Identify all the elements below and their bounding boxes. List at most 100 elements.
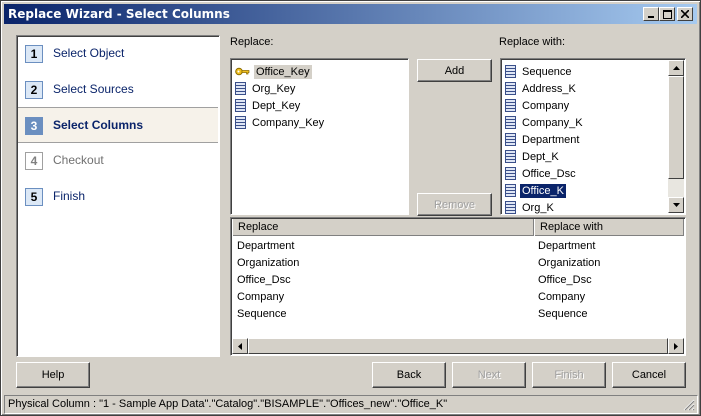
resize-grip-icon[interactable]: [683, 399, 695, 411]
replace-with-item-label: Sequence: [522, 65, 572, 78]
grid-rows: Department Department Organization Organiza…: [232, 237, 684, 337]
step-label: Select Object: [53, 46, 125, 60]
step-number: 2: [25, 81, 43, 99]
replace-with-list[interactable]: Org_K Office_K Office_Dsc Dept_K Department C…: [500, 58, 686, 215]
table-row[interactable]: Company Company: [232, 288, 684, 305]
column-icon: [505, 133, 516, 146]
column-icon: [505, 167, 516, 180]
replace-with-cell: Office_Dsc: [538, 273, 592, 286]
replace-with-item[interactable]: Department: [505, 131, 581, 148]
replace-item-label: Company_Key: [252, 116, 325, 129]
replace-with-scrollbar[interactable]: [668, 60, 684, 213]
key-icon: [235, 67, 250, 76]
replace-label: Replace:: [230, 36, 274, 48]
minimize-button[interactable]: [643, 7, 659, 21]
replace-wizard-window: Replace Wizard - Select Columns 1 Select …: [0, 0, 701, 416]
replace-with-cell: Department: [538, 239, 596, 252]
replace-item[interactable]: Company_Key: [235, 114, 326, 131]
replace-cell: Office_Dsc: [237, 271, 291, 288]
table-row[interactable]: Office_Dsc Office_Dsc: [232, 271, 684, 288]
close-button[interactable]: [677, 7, 693, 21]
scroll-down-button[interactable]: [668, 197, 684, 213]
replace-cell: Company: [237, 288, 284, 305]
cancel-button[interactable]: Cancel: [612, 362, 686, 388]
arrow-down-icon: [672, 203, 680, 207]
replace-with-item[interactable]: Dept_K: [505, 148, 561, 165]
column-icon: [505, 65, 516, 78]
wizard-steps-panel: 1 Select Object 2 Select Sources 3 Select Col…: [16, 35, 220, 357]
step-label: Finish: [53, 189, 86, 203]
column-icon: [235, 116, 246, 129]
replace-with-cell: Company: [538, 290, 586, 303]
finish-button[interactable]: Finish: [532, 362, 606, 388]
replace-with-item-label: Org_K: [522, 201, 554, 214]
replace-with-item-label: Office_Dsc: [522, 167, 576, 180]
step-label: Select Sources: [53, 82, 134, 96]
replace-with-item[interactable]: Company: [505, 97, 571, 114]
step-label: Select Columns: [53, 118, 144, 132]
step-number: 5: [25, 188, 43, 206]
scroll-right-button[interactable]: [668, 338, 684, 354]
replace-cell-label: Organization: [237, 256, 300, 269]
remove-button[interactable]: Remove: [417, 193, 492, 216]
replace-item-label: Org_Key: [252, 82, 296, 95]
table-row[interactable]: Department Department: [232, 237, 684, 254]
column-icon: [235, 82, 246, 95]
arrow-up-icon: [672, 66, 680, 70]
replace-with-item[interactable]: Office_K: [505, 182, 567, 199]
replace-with-item-label: Company_K: [522, 116, 583, 129]
step-number: 3: [25, 117, 43, 135]
replace-with-item[interactable]: Office_Dsc: [505, 165, 578, 182]
hscroll-thumb[interactable]: [248, 338, 668, 354]
column-icon: [505, 82, 516, 95]
scroll-thumb[interactable]: [668, 76, 684, 179]
column-header-replace-with[interactable]: Replace with: [534, 219, 684, 236]
column-icon: [505, 201, 516, 214]
replace-cell: Department: [237, 237, 294, 254]
replace-cell: Sequence: [237, 305, 287, 322]
column-icon: [235, 99, 246, 112]
replace-with-item[interactable]: Org_K: [505, 199, 556, 214]
column-icon: [505, 184, 516, 197]
column-icon: [505, 150, 516, 163]
step-2[interactable]: 2 Select Sources: [18, 72, 218, 108]
step-3[interactable]: 3 Select Columns: [18, 107, 218, 143]
title-bar[interactable]: Replace Wizard - Select Columns: [4, 4, 697, 24]
replace-with-cell: Sequence: [538, 307, 588, 320]
step-number: 1: [25, 45, 43, 63]
minimize-icon: [648, 16, 654, 18]
column-icon: [505, 99, 516, 112]
scroll-left-button[interactable]: [232, 338, 248, 354]
replace-item[interactable]: Dept_Key: [235, 97, 302, 114]
replace-with-item-label: Department: [522, 133, 580, 146]
maximize-icon: [662, 9, 672, 19]
step-1[interactable]: 1 Select Object: [18, 36, 218, 72]
column-header-replace[interactable]: Replace: [232, 219, 534, 236]
table-row[interactable]: Organization Organization: [232, 254, 684, 271]
replace-with-item[interactable]: Company_K: [505, 114, 585, 131]
table-row[interactable]: Sequence Sequence: [232, 305, 684, 322]
step-4[interactable]: 4 Checkout: [18, 143, 218, 179]
scroll-up-button[interactable]: [668, 60, 684, 76]
mapping-grid[interactable]: Replace Replace with Department Departmen…: [230, 217, 686, 356]
replace-with-item-label: Office_K: [519, 182, 567, 199]
replace-item[interactable]: Org_Key: [235, 80, 297, 97]
replace-with-item[interactable]: Sequence: [505, 63, 574, 80]
replace-item-label: Dept_Key: [252, 99, 301, 112]
replace-cell-label: Sequence: [237, 307, 287, 320]
arrow-left-icon: [238, 342, 242, 350]
replace-cell-label: Office_Dsc: [237, 273, 291, 286]
replace-list[interactable]: Office_Key Org_Key Dept_Key Company_Key: [230, 58, 409, 215]
replace-with-item[interactable]: Address_K: [505, 80, 578, 97]
window-title: Replace Wizard - Select Columns: [8, 7, 230, 21]
next-button[interactable]: Next: [452, 362, 526, 388]
replace-cell-label: Company: [237, 290, 285, 303]
add-button[interactable]: Add: [417, 59, 492, 82]
step-5[interactable]: 5 Finish: [18, 179, 218, 215]
replace-item[interactable]: Office_Key: [235, 63, 312, 80]
grid-hscrollbar[interactable]: [232, 338, 684, 354]
replace-with-item-label: Company: [522, 99, 570, 112]
back-button[interactable]: Back: [372, 362, 446, 388]
maximize-button[interactable]: [659, 7, 675, 21]
help-button[interactable]: Help: [16, 362, 90, 388]
